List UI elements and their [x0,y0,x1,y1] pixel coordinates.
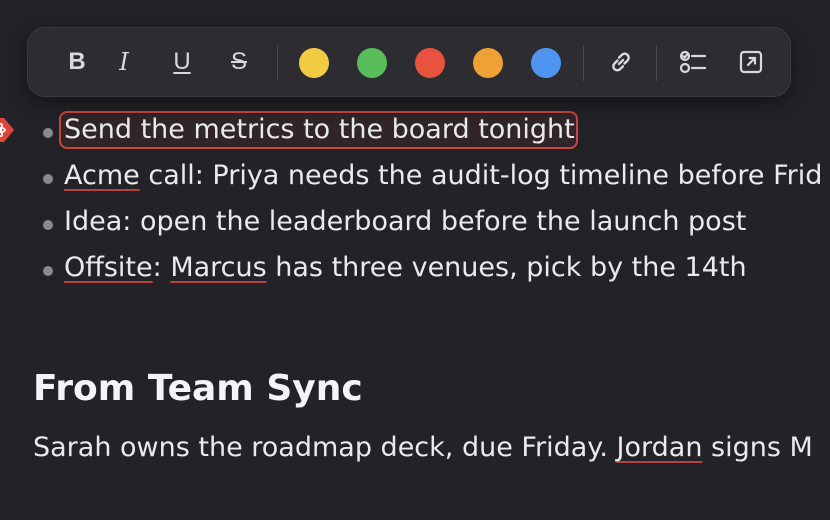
bullet-dot [43,220,53,230]
open-external-button[interactable] [734,45,768,79]
color-swatch-red[interactable] [415,48,445,78]
bold-button[interactable]: B [60,45,94,79]
toolbar-divider [277,45,278,81]
list-item[interactable]: Acme call: Priya needs the audit-log tim… [0,156,830,202]
underline-label: U [173,48,191,75]
list-item[interactable]: Send the metrics to the board tonight [0,110,830,156]
section-heading: From Team Sync [33,368,363,409]
checklist-icon [678,48,708,76]
bullet-text[interactable]: Offsite: Marcus has three venues, pick b… [64,252,747,283]
text-run: call: Priya needs the audit-log timeline… [139,160,823,191]
bullet-text[interactable]: Idea: open the leaderboard before the la… [64,206,746,237]
note-editor: B I U S Send the metrics to the board to… [0,0,830,520]
misspelled-word: Marcus [170,252,267,283]
text-run: Send the metrics to the board tonight [64,114,575,145]
text-run: Sarah owns the roadmap deck, due Friday. [33,432,617,463]
strikethrough-button[interactable]: S [222,45,256,79]
bullet-text[interactable]: Send the metrics to the board tonight [64,114,575,145]
color-swatch-orange[interactable] [473,48,503,78]
text-run: Idea: open the leaderboard before the la… [64,206,747,237]
checklist-button[interactable] [676,45,710,79]
section-paragraph[interactable]: Sarah owns the roadmap deck, due Friday.… [33,432,813,463]
italic-label: I [119,48,129,76]
misspelled-word: Acme [64,160,140,191]
bold-label: B [68,48,86,75]
italic-button[interactable]: I [107,45,141,79]
ai-assistant-marker-icon[interactable] [0,112,24,148]
bullet-dot [43,174,53,184]
color-swatch-yellow[interactable] [299,48,329,78]
link-button[interactable] [604,45,638,79]
misspelled-word: Offsite [64,252,153,283]
list-item[interactable]: Idea: open the leaderboard before the la… [0,202,830,248]
format-toolbar: B I U S [27,27,791,97]
bullet-dot [43,128,53,138]
strikethrough-label: S [230,48,247,75]
link-icon [607,48,635,76]
text-run: signs M [702,432,813,463]
bullet-text[interactable]: Acme call: Priya needs the audit-log tim… [64,160,822,191]
color-swatch-blue[interactable] [531,48,561,78]
list-item[interactable]: Offsite: Marcus has three venues, pick b… [0,248,830,294]
misspelled-word: Jordan [616,432,703,463]
toolbar-divider [656,45,657,81]
open-external-icon [737,48,765,76]
text-run: has three venues, pick by the 14th [266,252,747,283]
bullet-dot [43,266,53,276]
text-run: : [152,252,171,283]
color-swatch-green[interactable] [357,48,387,78]
underline-button[interactable]: U [165,45,199,79]
toolbar-divider [583,45,584,81]
